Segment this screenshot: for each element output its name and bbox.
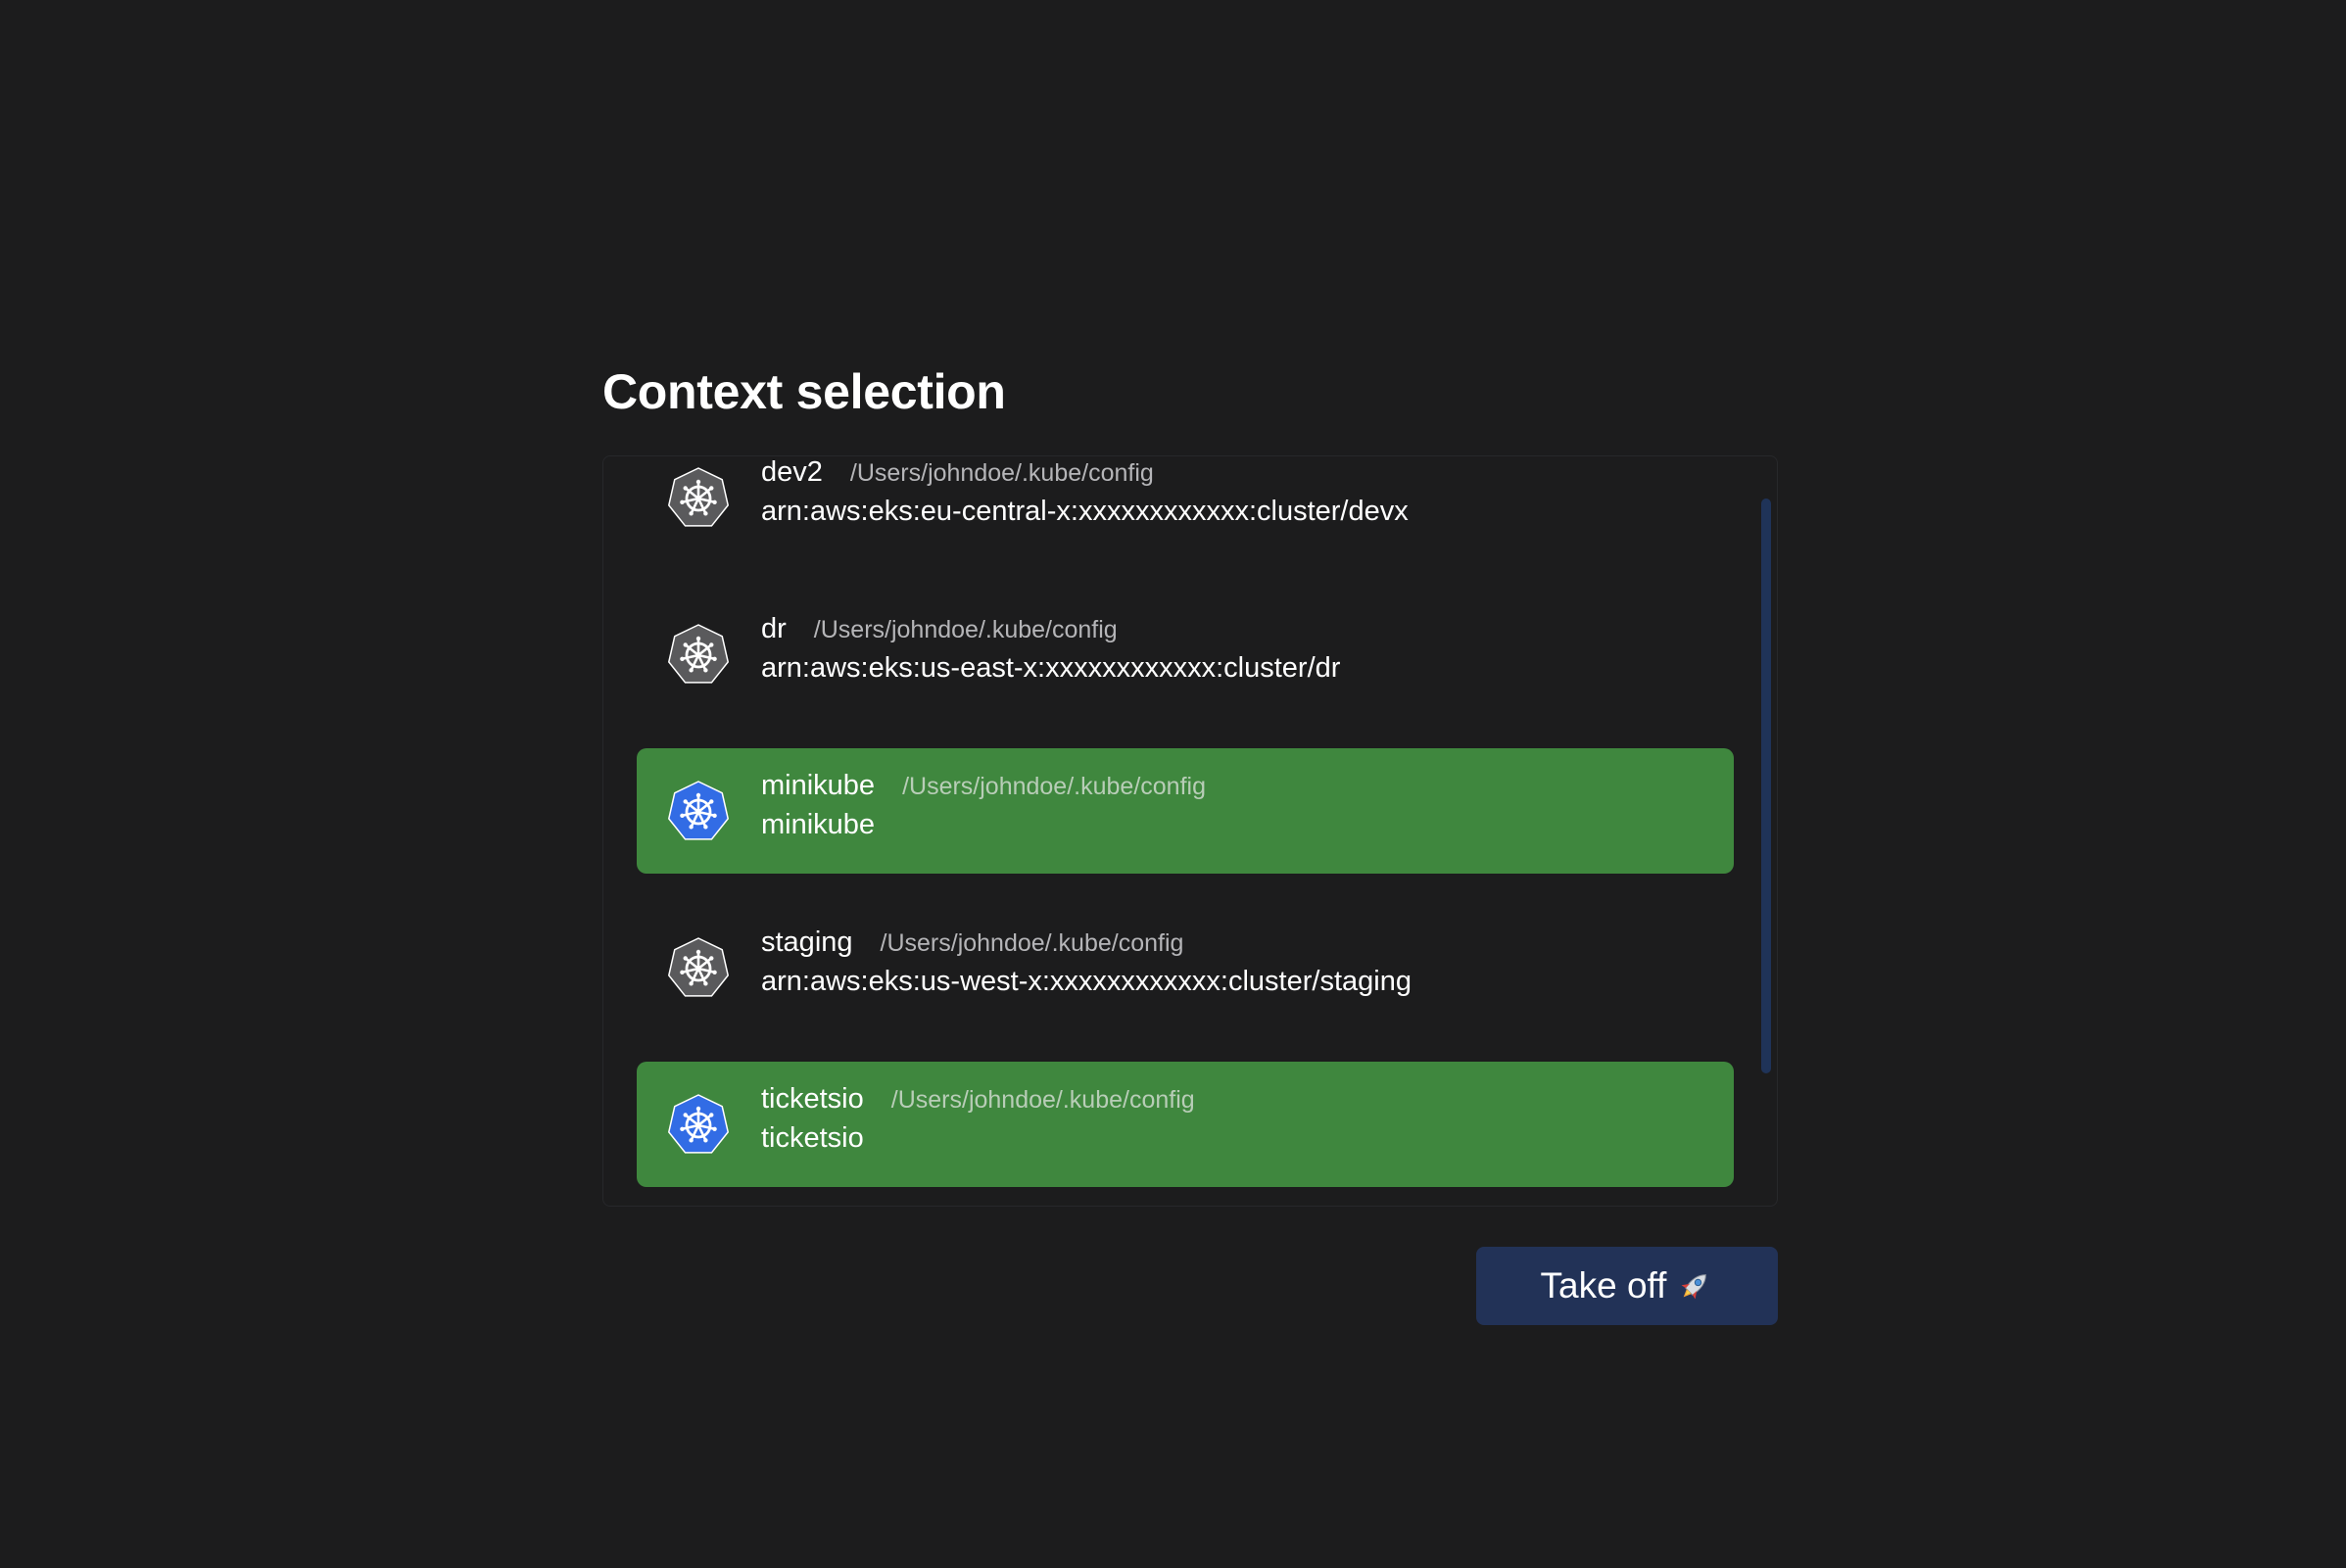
context-name: minikube <box>761 770 876 801</box>
take-off-label: Take off <box>1540 1265 1667 1306</box>
kubernetes-icon <box>666 936 731 1001</box>
rocket-icon <box>1676 1267 1713 1305</box>
context-item-dr[interactable]: dr/Users/johndoe/.kube/config arn:aws:ek… <box>637 592 1734 717</box>
context-cluster: arn:aws:eks:eu-central-x:xxxxxxxxxxxx:cl… <box>761 496 1409 527</box>
take-off-button[interactable]: Take off <box>1476 1247 1778 1325</box>
kubernetes-icon <box>666 780 731 844</box>
context-name: dr <box>761 613 787 644</box>
context-path: /Users/johndoe/.kube/config <box>813 616 1118 643</box>
context-name: dev2 <box>761 456 823 488</box>
kubernetes-icon <box>666 466 731 531</box>
context-path: /Users/johndoe/.kube/config <box>902 773 1206 800</box>
context-path: /Users/johndoe/.kube/config <box>890 1086 1195 1114</box>
context-item-dev2[interactable]: dev2/Users/johndoe/.kube/config arn:aws:… <box>637 456 1734 560</box>
context-name: ticketsio <box>761 1083 864 1115</box>
context-cluster: minikube <box>761 809 876 840</box>
kubernetes-icon <box>666 1093 731 1158</box>
context-item-staging[interactable]: staging/Users/johndoe/.kube/config arn:a… <box>637 905 1734 1030</box>
context-list[interactable]: dev2/Users/johndoe/.kube/config arn:aws:… <box>602 455 1778 1207</box>
context-cluster: arn:aws:eks:us-east-x:xxxxxxxxxxxx:clust… <box>761 652 1341 684</box>
kubernetes-icon <box>666 623 731 688</box>
context-path: /Users/johndoe/.kube/config <box>849 459 1154 487</box>
context-path: /Users/johndoe/.kube/config <box>880 929 1184 957</box>
context-selection-page: Context selection dev2/Users/johndoe/.ku… <box>0 0 2346 1568</box>
context-item-minikube[interactable]: minikube/Users/johndoe/.kube/config mini… <box>637 748 1734 874</box>
context-name: staging <box>761 927 853 958</box>
page-title: Context selection <box>602 364 1006 419</box>
context-cluster: arn:aws:eks:us-west-x:xxxxxxxxxxxx:clust… <box>761 966 1412 997</box>
context-cluster: ticketsio <box>761 1122 864 1154</box>
context-item-ticketsio[interactable]: ticketsio/Users/johndoe/.kube/config tic… <box>637 1062 1734 1187</box>
scrollbar[interactable] <box>1761 499 1771 1073</box>
